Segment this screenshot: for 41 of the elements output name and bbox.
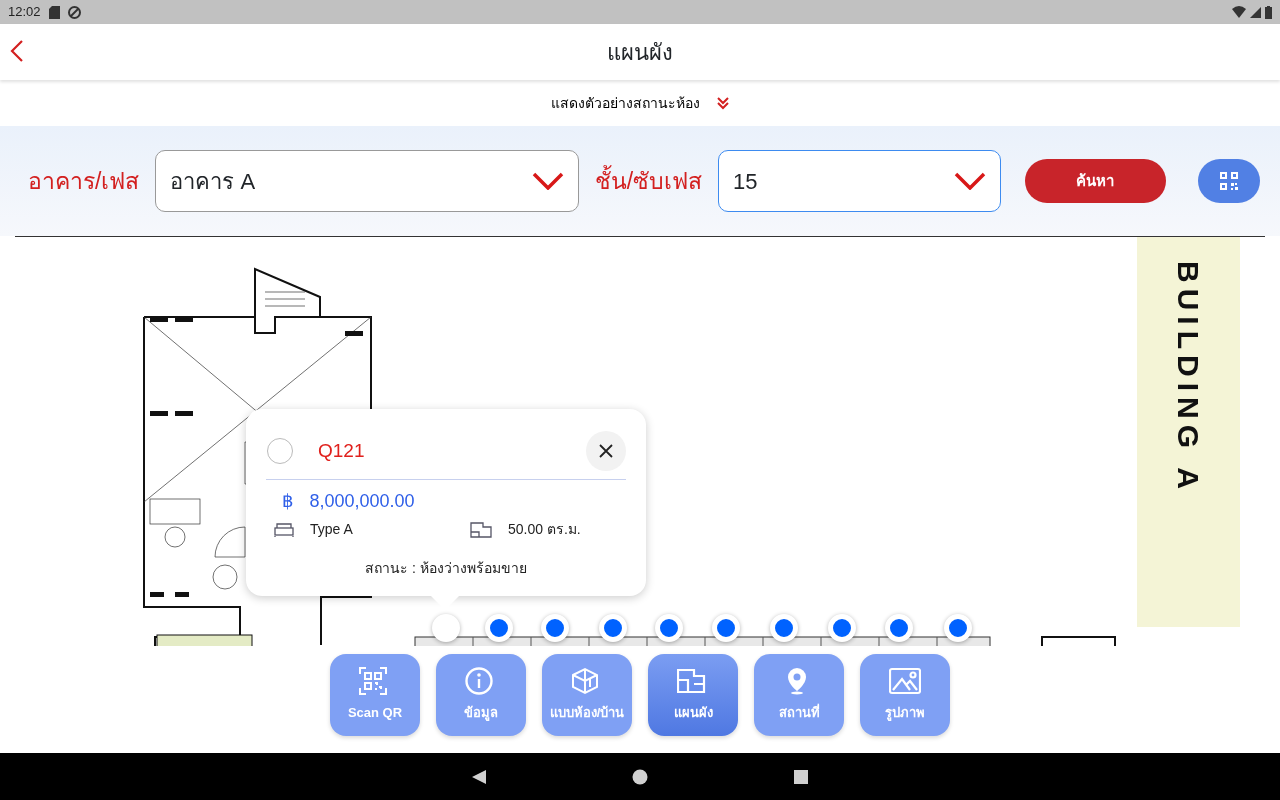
nav-tab[interactable]: แบบห้อง/บ้าน (542, 654, 632, 736)
nav-tab[interactable]: Scan QR (330, 654, 420, 736)
filter-label: ชั้น/ซับเฟส (594, 164, 703, 196)
close-button[interactable] (586, 431, 626, 471)
chevron-down-icon (531, 172, 564, 190)
nav-tab[interactable]: สถานที่ (754, 654, 844, 736)
nav-tab[interactable]: แผนผัง (648, 654, 738, 736)
unit-status: สถานะ : ห้องว่างพร้อมขาย (365, 560, 527, 576)
floor-area-icon (470, 521, 492, 538)
dropdown-field[interactable]: อาคาร A (155, 150, 579, 212)
wifi-icon (1232, 6, 1246, 18)
home-nav-icon[interactable] (632, 769, 648, 785)
battery-icon (1265, 5, 1272, 19)
page-title: แผนผัง (607, 38, 673, 67)
unit-type: Type A (310, 520, 354, 539)
bed-icon (274, 522, 294, 537)
image-icon (889, 667, 921, 696)
chevron-down-icon (953, 172, 986, 190)
legend-toggle[interactable]: แสดงตัวอย่างสถานะห้อง (550, 92, 700, 114)
nav-tab[interactable]: รูปภาพ (860, 654, 950, 736)
filter-label: อาคาร/เฟส (28, 166, 140, 196)
qr-button[interactable] (1197, 159, 1260, 203)
clock-text: 12:02 (8, 3, 41, 22)
unit-area: 50.00 ตร.ม. (508, 519, 581, 540)
sd-card-icon (48, 5, 60, 19)
qr-code-icon (1219, 172, 1238, 190)
currency-symbol: ฿ (282, 490, 294, 513)
signal-icon (1250, 6, 1261, 18)
back-button[interactable] (10, 38, 24, 63)
back-icon (10, 38, 24, 63)
radio-circle-icon (266, 437, 294, 465)
nav-tab[interactable]: ข้อมูล (436, 654, 526, 736)
close-icon (599, 444, 613, 458)
recents-nav-icon[interactable] (793, 769, 809, 785)
back-nav-icon[interactable] (471, 769, 487, 785)
unit-price: 8,000,000.00 (309, 490, 415, 513)
blocked-icon (67, 5, 81, 19)
search-button[interactable]: ค้นหา (1024, 159, 1166, 203)
dropdown-field[interactable]: 15 (718, 150, 1001, 212)
building-label: BUILDING A (1171, 261, 1206, 497)
unit-code: Q121 (318, 438, 365, 463)
